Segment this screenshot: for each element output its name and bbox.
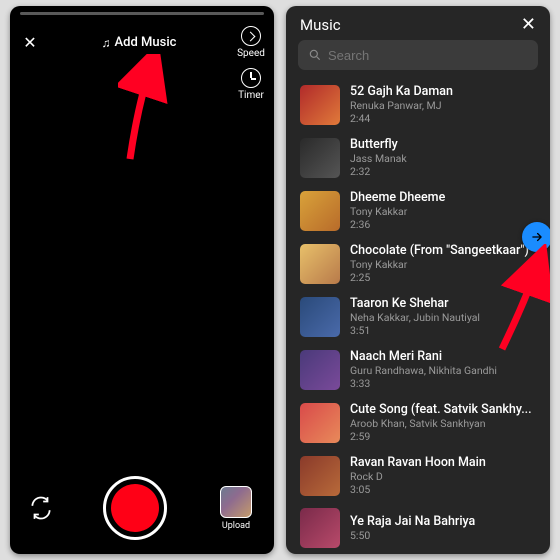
song-title: Ravan Ravan Hoon Main [350, 455, 536, 470]
album-art [300, 403, 340, 443]
album-art [300, 456, 340, 496]
song-duration: 3:05 [350, 483, 536, 496]
search-field[interactable] [298, 40, 538, 70]
song-row[interactable]: Dheeme DheemeTony Kakkar2:36 [286, 184, 550, 237]
song-meta: Chocolate (From "Sangeetkaar")Tony Kakka… [350, 243, 536, 284]
next-button[interactable] [522, 222, 550, 252]
add-music-label: Add Music [115, 35, 177, 50]
search-icon [308, 48, 322, 62]
flip-camera-icon [28, 495, 54, 521]
arrow-right-icon [530, 230, 544, 244]
song-row[interactable]: ButterflyJass Manak2:32 [286, 131, 550, 184]
close-button[interactable]: ✕ [10, 33, 50, 52]
song-meta: Taaron Ke SheharNeha Kakkar, Jubin Nauti… [350, 296, 536, 337]
annotation-arrow [118, 54, 178, 164]
song-title: Dheeme Dheeme [350, 190, 536, 205]
flip-camera-button[interactable] [28, 495, 54, 521]
music-note-icon: ♫ [102, 36, 111, 50]
song-artist: Rock D [350, 470, 536, 483]
song-duration: 3:51 [350, 324, 536, 337]
search-input[interactable] [328, 48, 528, 63]
music-picker-screen: Music ✕ 52 Gajh Ka DamanRenuka Panwar, M… [286, 6, 550, 554]
song-artist: Jass Manak [350, 152, 536, 165]
progress-bar [20, 12, 264, 15]
album-art [300, 297, 340, 337]
album-art [300, 85, 340, 125]
close-music-button[interactable]: ✕ [521, 14, 536, 35]
upload-button[interactable]: Upload [216, 486, 256, 531]
song-title: Chocolate (From "Sangeetkaar") [350, 243, 536, 258]
song-duration: 2:25 [350, 271, 536, 284]
song-row[interactable]: 52 Gajh Ka DamanRenuka Panwar, MJ2:44 [286, 78, 550, 131]
album-art [300, 350, 340, 390]
speed-icon [241, 26, 261, 46]
song-title: Butterfly [350, 137, 536, 152]
album-art [300, 138, 340, 178]
song-meta: ButterflyJass Manak2:32 [350, 137, 536, 178]
song-title: 52 Gajh Ka Daman [350, 84, 536, 99]
album-art [300, 508, 340, 548]
song-duration: 2:59 [350, 430, 536, 443]
song-row[interactable]: Taaron Ke SheharNeha Kakkar, Jubin Nauti… [286, 290, 550, 343]
song-meta: 52 Gajh Ka DamanRenuka Panwar, MJ2:44 [350, 84, 536, 125]
upload-thumbnail [220, 486, 252, 518]
record-button[interactable] [103, 476, 167, 540]
song-artist: Renuka Panwar, MJ [350, 99, 536, 112]
upload-label: Upload [216, 521, 256, 531]
song-artist: Neha Kakkar, Jubin Nautiyal [350, 311, 536, 324]
song-title: Taaron Ke Shehar [350, 296, 536, 311]
album-art [300, 191, 340, 231]
song-row[interactable]: Naach Meri RaniGuru Randhawa, Nikhita Ga… [286, 343, 550, 396]
song-duration: 2:44 [350, 112, 536, 125]
speed-label: Speed [228, 48, 274, 59]
record-icon [111, 484, 159, 532]
song-row[interactable]: Ye Raja Jai Na Bahriya5:50 [286, 502, 550, 554]
song-meta: Cute Song (feat. Satvik Sankhy...Aroob K… [350, 402, 536, 443]
song-meta: Ravan Ravan Hoon MainRock D3:05 [350, 455, 536, 496]
song-duration: 2:36 [350, 218, 536, 231]
song-title: Naach Meri Rani [350, 349, 536, 364]
song-title: Cute Song (feat. Satvik Sankhy... [350, 402, 536, 417]
song-artist: Guru Randhawa, Nikhita Gandhi [350, 364, 536, 377]
song-artist: Tony Kakkar [350, 205, 536, 218]
timer-label: Timer [228, 90, 274, 101]
song-title: Ye Raja Jai Na Bahriya [350, 514, 536, 529]
add-music-button[interactable]: ♫ Add Music [50, 35, 228, 50]
song-duration: 3:33 [350, 377, 536, 390]
timer-icon [241, 68, 261, 88]
song-duration: 2:32 [350, 165, 536, 178]
song-meta: Dheeme DheemeTony Kakkar2:36 [350, 190, 536, 231]
song-row[interactable]: Ravan Ravan Hoon MainRock D3:05 [286, 449, 550, 502]
song-artist: Tony Kakkar [350, 258, 536, 271]
album-art [300, 244, 340, 284]
camera-screen: ✕ ♫ Add Music Speed Timer Upload [10, 6, 274, 554]
timer-control[interactable]: Timer [228, 68, 274, 101]
song-row[interactable]: Cute Song (feat. Satvik Sankhy...Aroob K… [286, 396, 550, 449]
song-meta: Ye Raja Jai Na Bahriya5:50 [350, 514, 536, 542]
song-artist: Aroob Khan, Satvik Sankhyan [350, 417, 536, 430]
song-row[interactable]: Chocolate (From "Sangeetkaar")Tony Kakka… [286, 237, 550, 290]
speed-control[interactable]: Speed [228, 26, 274, 59]
song-duration: 5:50 [350, 529, 536, 542]
song-meta: Naach Meri RaniGuru Randhawa, Nikhita Ga… [350, 349, 536, 390]
music-panel-title: Music [300, 16, 341, 34]
song-list: 52 Gajh Ka DamanRenuka Panwar, MJ2:44 But… [286, 78, 550, 554]
